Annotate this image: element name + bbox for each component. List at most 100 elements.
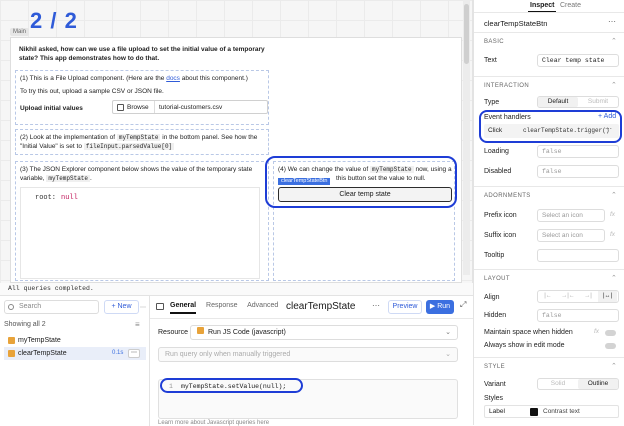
sidebar-toggle-icon[interactable] — [156, 303, 164, 310]
query-search-input[interactable]: Search — [4, 300, 99, 314]
tab-advanced[interactable]: Advanced — [247, 302, 278, 309]
step1-text: (1) This is a File Upload component. (He… — [20, 75, 248, 82]
type-submit-option[interactable]: Submit — [578, 97, 618, 107]
tab-create[interactable]: Create — [560, 2, 581, 9]
align-segmented[interactable]: |← →|← →| |↔| — [537, 290, 619, 303]
section-adornments[interactable]: ADORNMENTS — [484, 193, 531, 199]
trigger-mode-select[interactable]: Run query only when manually triggered ⌄ — [158, 347, 458, 362]
always-show-toggle[interactable] — [605, 343, 616, 349]
collapse-icon[interactable]: ⌃ — [611, 191, 617, 199]
align-right-icon[interactable]: →| — [578, 291, 598, 302]
align-left-icon[interactable]: |← — [538, 291, 558, 302]
align-center-icon[interactable]: →|← — [558, 291, 578, 302]
fx-icon[interactable]: fx — [610, 211, 615, 218]
step1-instruction: To try this out, upload a sample CSV or … — [20, 88, 164, 95]
inspector-panel: Inspect Create clearTempStateBtn ⋯ BASIC… — [473, 0, 624, 425]
disabled-prop-input[interactable]: false — [537, 165, 619, 178]
heading-text: Nikhil asked, how can we use a file uplo… — [19, 46, 265, 62]
chevron-down-icon: ⌄ — [445, 351, 451, 358]
disabled-prop-label: Disabled — [484, 168, 512, 175]
type-prop-label: Type — [484, 99, 500, 106]
js-resource-icon — [197, 327, 204, 334]
resource-label: Resource — [158, 329, 188, 336]
tooltip-label: Tooltip — [484, 252, 505, 259]
json-root-key: root: — [35, 194, 57, 202]
maintain-space-label: Maintain space when hidden — [484, 329, 573, 336]
app-canvas: 2 / 2 Main Nikhil asked, how can we use … — [0, 0, 473, 283]
fx-icon[interactable]: fx — [594, 328, 599, 335]
section-interaction[interactable]: INTERACTION — [484, 83, 529, 89]
js-query-icon — [8, 350, 15, 357]
json-explorer[interactable]: root: null — [20, 187, 260, 279]
editor-tabs: General Response Advanced — [170, 302, 286, 314]
text-prop-label: Text — [484, 57, 497, 64]
status-bar: All queries completed. — [0, 283, 473, 295]
hidden-label: Hidden — [484, 312, 507, 319]
component-name[interactable]: clearTempStateBtn — [484, 19, 547, 28]
preview-button[interactable]: Preview — [388, 300, 422, 314]
more-icon[interactable]: ⋯ — [140, 304, 146, 311]
search-icon — [8, 304, 14, 310]
query-runtime: 0.1s — [112, 350, 124, 356]
docs-link[interactable]: docs — [166, 75, 180, 82]
state-icon — [8, 337, 15, 344]
type-segmented[interactable]: Default Submit — [537, 96, 619, 108]
align-stretch-icon[interactable]: |↔| — [598, 291, 617, 302]
file-upload-input[interactable]: Browse tutorial-customers.csv — [112, 100, 268, 114]
text-prop-input[interactable]: Clear temp state — [537, 54, 619, 67]
hidden-input[interactable]: false — [537, 309, 619, 322]
style-label-name: Label — [489, 408, 505, 415]
highlight-annotation — [265, 156, 457, 208]
style-label-row[interactable]: Label Contrast text — [484, 405, 619, 418]
run-button[interactable]: ▶ Run — [426, 300, 454, 314]
bottom-panel: Search + New ⋯ Showing all 2 ≡ myTempSta… — [0, 295, 473, 426]
collapse-icon[interactable]: ⌃ — [611, 362, 617, 370]
query-count: Showing all 2 — [4, 321, 46, 328]
query-item-cleartempstate[interactable]: clearTempState 0.1s ⋯ — [4, 347, 146, 360]
section-basic[interactable]: BASIC — [484, 39, 504, 45]
suffix-icon-select[interactable]: Select an icon — [537, 229, 605, 242]
query-options-icon[interactable]: ⋯ — [372, 301, 380, 310]
variant-outline-option[interactable]: Outline — [578, 379, 618, 389]
upload-label: Upload initial values — [20, 105, 83, 112]
query-title[interactable]: clearTempState — [286, 301, 355, 312]
variant-label: Variant — [484, 381, 506, 388]
step3-text: (3) The JSON Explorer component below sh… — [20, 166, 253, 182]
step2-text: (2) Look at the implementation of myTemp… — [20, 134, 258, 150]
new-query-button[interactable]: + New — [104, 300, 139, 314]
section-layout[interactable]: LAYOUT — [484, 276, 510, 282]
variant-segmented[interactable]: Solid Outline — [537, 378, 619, 390]
learn-more-text[interactable]: Learn more about Javascript queries here — [158, 420, 269, 426]
type-default-option[interactable]: Default — [538, 97, 578, 107]
step1-container: (1) This is a File Upload component. (He… — [15, 70, 269, 125]
resource-select[interactable]: Run JS Code (javascript) ⌄ — [190, 325, 458, 340]
tooltip-input[interactable] — [537, 249, 619, 262]
query-item-mytempstate[interactable]: myTempState — [4, 334, 146, 347]
align-label: Align — [484, 294, 500, 301]
style-label-value: Contrast text — [543, 408, 580, 415]
color-swatch-icon — [530, 408, 538, 416]
canvas-scrollbar[interactable] — [463, 0, 470, 275]
browse-button[interactable]: Browse — [127, 103, 149, 112]
tab-response[interactable]: Response — [206, 302, 238, 309]
expand-icon[interactable]: ⤢ — [460, 300, 466, 310]
section-style[interactable]: STYLE — [484, 364, 505, 370]
step3-container: (3) The JSON Explorer component below sh… — [15, 161, 269, 281]
suffix-icon-label: Suffix icon — [484, 232, 517, 239]
loading-prop-input[interactable]: false — [537, 145, 619, 158]
prefix-icon-select[interactable]: Select an icon — [537, 209, 605, 222]
query-menu-icon[interactable]: ⋯ — [128, 349, 140, 358]
collapse-icon[interactable]: ⌃ — [611, 81, 617, 89]
collapse-icon[interactable]: ⌃ — [611, 274, 617, 282]
event-highlight-annotation — [479, 110, 622, 143]
tab-general[interactable]: General — [170, 302, 197, 314]
filter-icon[interactable]: ≡ — [135, 320, 140, 329]
query-editor: General Response Advanced clearTempState… — [150, 296, 473, 426]
collapse-icon[interactable]: ⌃ — [611, 37, 617, 45]
styles-label: Styles — [484, 395, 504, 402]
variant-solid-option[interactable]: Solid — [538, 379, 578, 389]
fx-icon[interactable]: fx — [610, 231, 615, 238]
component-menu-icon[interactable]: ⋯ — [608, 17, 616, 26]
maintain-space-toggle[interactable] — [605, 330, 616, 336]
tab-inspect[interactable]: Inspect — [530, 2, 555, 9]
